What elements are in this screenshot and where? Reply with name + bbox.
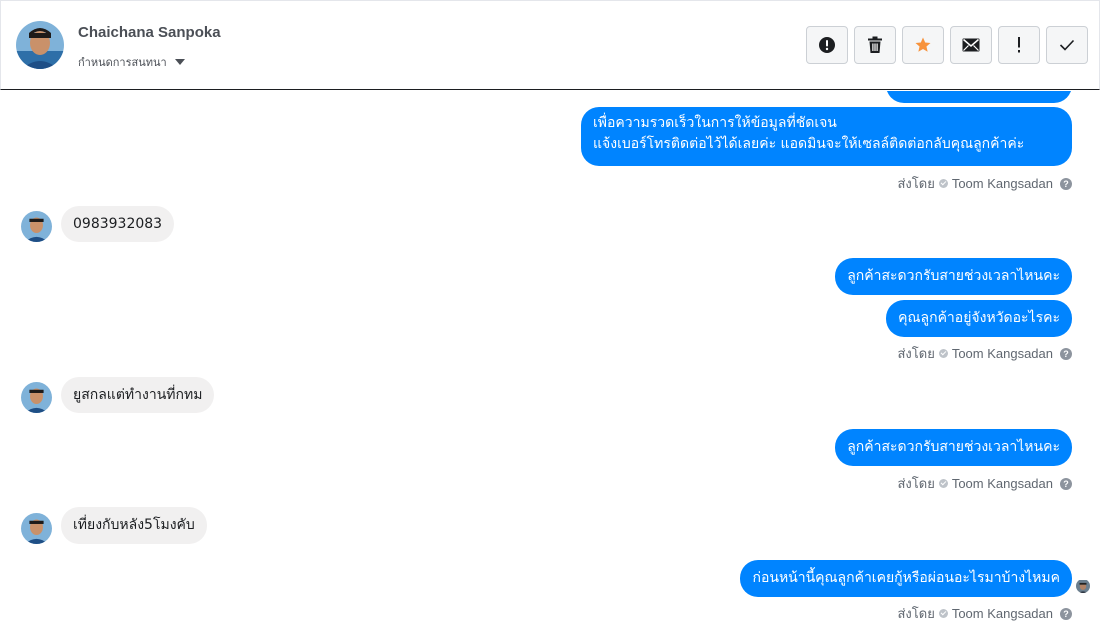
sent-by-agent[interactable]: Toom Kangsadan xyxy=(952,606,1053,621)
contact-avatar-small[interactable] xyxy=(21,382,52,413)
checkmark-icon xyxy=(1059,39,1075,51)
sent-by-prefix: ส่งโดย xyxy=(897,476,935,491)
sent-by-agent[interactable]: Toom Kangsadan xyxy=(952,346,1053,361)
sent-by-prefix: ส่งโดย xyxy=(897,606,935,621)
envelope-icon xyxy=(962,38,980,52)
follow-up-button[interactable] xyxy=(998,26,1040,64)
sent-by-label: ส่งโดย Toom Kangsadan ? xyxy=(897,173,1072,194)
star-button[interactable] xyxy=(902,26,944,64)
assign-conversation-dropdown[interactable]: กำหนดการสนทนา xyxy=(78,53,185,71)
delete-button[interactable] xyxy=(854,26,896,64)
message-bubble-outgoing: ลูกค้าสะดวกรับสายช่วงเวลาไหนคะ xyxy=(835,429,1072,466)
message-bubble-outgoing: เพื่อความรวดเร็วในการให้ข้อมูลที่ชัดเจน … xyxy=(581,107,1072,166)
sent-by-label: ส่งโดย Toom Kangsadan ? xyxy=(897,603,1072,624)
verified-check-icon xyxy=(938,609,948,618)
message-bubble-outgoing: คุณลูกค้าอยู่จังหวัดอะไรคะ xyxy=(886,300,1072,337)
contact-avatar[interactable] xyxy=(16,21,64,69)
help-icon[interactable]: ? xyxy=(1060,607,1072,620)
contact-avatar-small[interactable] xyxy=(21,211,52,242)
star-icon xyxy=(915,37,931,52)
help-icon[interactable]: ? xyxy=(1060,347,1072,360)
mark-unread-button[interactable] xyxy=(950,26,992,64)
message-bubble-outgoing: ก่อนหน้านี้คุณลูกค้าเคยกู้หรือผ่อนอะไรมา… xyxy=(740,560,1072,597)
help-icon[interactable]: ? xyxy=(1060,477,1072,490)
spam-button[interactable] xyxy=(806,26,848,64)
message-bubble-incoming: เที่ยงกับหลัง5โมงคับ xyxy=(61,507,207,544)
spam-icon xyxy=(819,37,835,53)
sent-by-prefix: ส่งโดย xyxy=(897,176,935,191)
message-bubble-outgoing-partial xyxy=(886,91,1072,103)
verified-check-icon xyxy=(938,349,948,358)
verified-check-icon xyxy=(938,479,948,488)
contact-name[interactable]: Chaichana Sanpoka xyxy=(78,24,221,41)
message-text-line: แจ้งเบอร์โทรติดต่อไว้ได้เลยค่ะ แอดมินจะใ… xyxy=(593,136,1025,152)
sent-by-agent[interactable]: Toom Kangsadan xyxy=(952,476,1053,491)
message-thread[interactable]: เพื่อความรวดเร็วในการให้ข้อมูลที่ชัดเจน … xyxy=(0,91,1100,639)
message-text-line: เพื่อความรวดเร็วในการให้ข้อมูลที่ชัดเจน xyxy=(593,115,837,131)
exclamation-icon xyxy=(1018,37,1020,53)
seen-avatar xyxy=(1076,579,1090,593)
sent-by-agent[interactable]: Toom Kangsadan xyxy=(952,176,1053,191)
done-button[interactable] xyxy=(1046,26,1088,64)
help-icon[interactable]: ? xyxy=(1060,177,1072,190)
message-bubble-incoming: 0983932083 xyxy=(61,206,175,242)
assign-conversation-label: กำหนดการสนทนา xyxy=(78,56,167,69)
message-bubble-incoming: ยูสกลแต่ทำงานที่กทม xyxy=(61,377,215,413)
contact-avatar-small[interactable] xyxy=(21,513,52,544)
trash-icon xyxy=(868,36,882,53)
sent-by-label: ส่งโดย Toom Kangsadan ? xyxy=(897,473,1072,494)
message-bubble-outgoing: ลูกค้าสะดวกรับสายช่วงเวลาไหนคะ xyxy=(835,258,1072,295)
header-actions xyxy=(806,26,1088,64)
conversation-header: Chaichana Sanpoka กำหนดการสนทนา xyxy=(0,0,1100,90)
sent-by-prefix: ส่งโดย xyxy=(897,346,935,361)
caret-down-icon xyxy=(174,59,185,65)
sent-by-label: ส่งโดย Toom Kangsadan ? xyxy=(897,343,1072,364)
verified-check-icon xyxy=(938,179,948,188)
